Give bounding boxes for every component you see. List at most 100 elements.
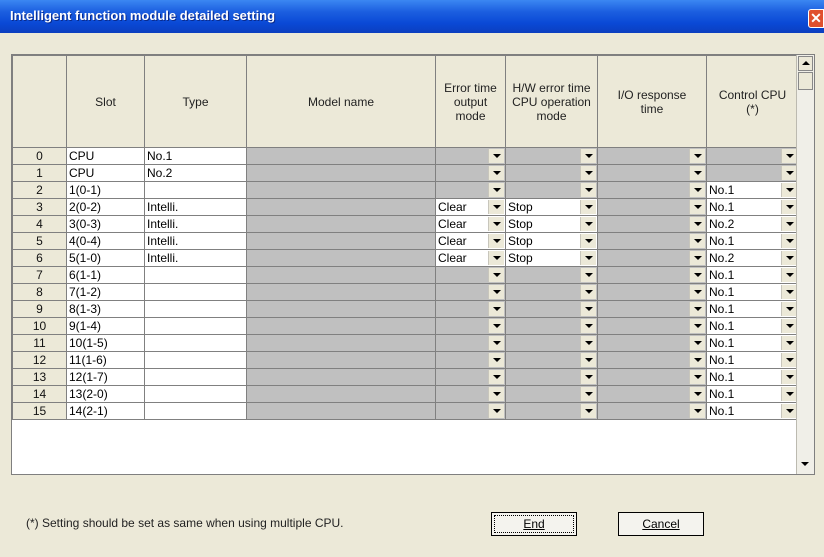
chevron-down-icon[interactable] [781,319,797,333]
chevron-down-icon[interactable] [488,268,504,282]
chevron-down-icon[interactable] [580,217,596,231]
io-response-time-select[interactable] [597,232,707,250]
chevron-down-icon[interactable] [488,234,504,248]
error-time-output-mode-select[interactable] [435,317,506,335]
chevron-down-icon[interactable] [488,387,504,401]
scroll-down-icon[interactable] [798,457,813,472]
chevron-down-icon[interactable] [580,166,596,180]
chevron-down-icon[interactable] [781,200,797,214]
io-response-time-select[interactable] [597,181,707,199]
chevron-down-icon[interactable] [781,268,797,282]
hw-error-cpu-operation-select[interactable] [505,385,598,403]
error-time-output-mode-select[interactable] [435,266,506,284]
io-response-time-select[interactable] [597,147,707,165]
chevron-down-icon[interactable] [580,404,596,418]
chevron-down-icon[interactable] [689,268,705,282]
io-response-time-select[interactable] [597,402,707,420]
error-time-output-mode-select[interactable]: Clear [435,198,506,216]
error-time-output-mode-select[interactable] [435,181,506,199]
chevron-down-icon[interactable] [689,183,705,197]
hw-error-cpu-operation-select[interactable] [505,164,598,182]
control-cpu-select[interactable]: No.1 [706,266,799,284]
io-response-time-select[interactable] [597,334,707,352]
chevron-down-icon[interactable] [689,336,705,350]
table-row[interactable]: 9 8(1-3) No.1 [12,300,799,318]
control-cpu-select[interactable]: No.1 [706,198,799,216]
chevron-down-icon[interactable] [689,217,705,231]
chevron-down-icon[interactable] [488,285,504,299]
chevron-down-icon[interactable] [580,149,596,163]
control-cpu-select[interactable]: No.1 [706,283,799,301]
chevron-down-icon[interactable] [488,149,504,163]
cancel-button[interactable]: Cancel [618,512,704,536]
chevron-down-icon[interactable] [488,251,504,265]
io-response-time-select[interactable] [597,215,707,233]
table-row[interactable]: 0 CPU No.1 [12,147,799,165]
hw-error-cpu-operation-select[interactable] [505,334,598,352]
chevron-down-icon[interactable] [781,217,797,231]
hw-error-cpu-operation-select[interactable]: Stop [505,232,598,250]
hw-error-cpu-operation-select[interactable] [505,266,598,284]
error-time-output-mode-select[interactable]: Clear [435,215,506,233]
end-button[interactable]: End [491,512,577,536]
chevron-down-icon[interactable] [781,336,797,350]
hw-error-cpu-operation-select[interactable] [505,317,598,335]
control-cpu-select[interactable]: No.2 [706,215,799,233]
chevron-down-icon[interactable] [580,234,596,248]
chevron-down-icon[interactable] [781,234,797,248]
chevron-down-icon[interactable] [689,234,705,248]
chevron-down-icon[interactable] [488,217,504,231]
hw-error-cpu-operation-select[interactable] [505,300,598,318]
chevron-down-icon[interactable] [689,302,705,316]
io-response-time-select[interactable] [597,368,707,386]
chevron-down-icon[interactable] [580,268,596,282]
chevron-down-icon[interactable] [488,353,504,367]
table-row[interactable]: 3 2(0-2) Intelli. Clear Stop No.1 [12,198,799,216]
chevron-down-icon[interactable] [580,302,596,316]
io-response-time-select[interactable] [597,283,707,301]
chevron-down-icon[interactable] [580,370,596,384]
title-bar[interactable]: Intelligent function module detailed set… [0,0,824,33]
chevron-down-icon[interactable] [580,387,596,401]
error-time-output-mode-select[interactable] [435,368,506,386]
chevron-down-icon[interactable] [580,285,596,299]
table-row[interactable]: 1 CPU No.2 [12,164,799,182]
table-row[interactable]: 15 14(2-1) No.1 [12,402,799,420]
control-cpu-select[interactable] [706,164,799,182]
hw-error-cpu-operation-select[interactable] [505,368,598,386]
chevron-down-icon[interactable] [781,285,797,299]
hw-error-cpu-operation-select[interactable] [505,402,598,420]
table-row[interactable]: 7 6(1-1) No.1 [12,266,799,284]
error-time-output-mode-select[interactable] [435,300,506,318]
control-cpu-select[interactable]: No.2 [706,249,799,267]
scroll-up-icon[interactable] [798,56,813,71]
table-row[interactable]: 13 12(1-7) No.1 [12,368,799,386]
io-response-time-select[interactable] [597,317,707,335]
io-response-time-select[interactable] [597,385,707,403]
io-response-time-select[interactable] [597,249,707,267]
chevron-down-icon[interactable] [488,336,504,350]
chevron-down-icon[interactable] [781,149,797,163]
control-cpu-select[interactable]: No.1 [706,402,799,420]
chevron-down-icon[interactable] [580,200,596,214]
io-response-time-select[interactable] [597,300,707,318]
chevron-down-icon[interactable] [689,251,705,265]
chevron-down-icon[interactable] [488,404,504,418]
hw-error-cpu-operation-select[interactable] [505,147,598,165]
close-icon[interactable]: ✕ [808,9,824,28]
table-row[interactable]: 8 7(1-2) No.1 [12,283,799,301]
control-cpu-select[interactable] [706,147,799,165]
hw-error-cpu-operation-select[interactable]: Stop [505,249,598,267]
control-cpu-select[interactable]: No.1 [706,351,799,369]
control-cpu-select[interactable]: No.1 [706,181,799,199]
chevron-down-icon[interactable] [689,149,705,163]
table-row[interactable]: 6 5(1-0) Intelli. Clear Stop No.2 [12,249,799,267]
chevron-down-icon[interactable] [781,404,797,418]
chevron-down-icon[interactable] [689,200,705,214]
error-time-output-mode-select[interactable]: Clear [435,232,506,250]
chevron-down-icon[interactable] [689,370,705,384]
chevron-down-icon[interactable] [580,183,596,197]
chevron-down-icon[interactable] [488,166,504,180]
hw-error-cpu-operation-select[interactable] [505,283,598,301]
control-cpu-select[interactable]: No.1 [706,334,799,352]
